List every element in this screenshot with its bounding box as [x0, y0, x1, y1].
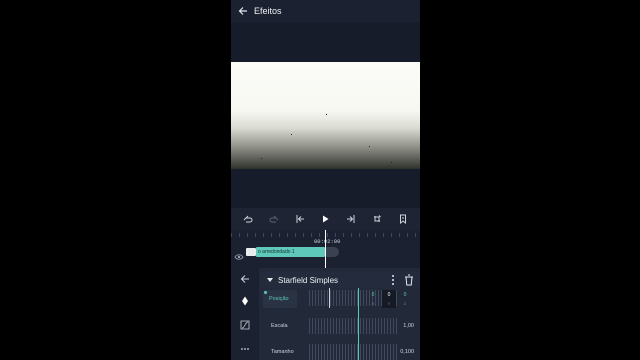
- skip-forward-icon: [347, 215, 355, 223]
- easing-curve-icon: [240, 320, 250, 330]
- panel-sidebar: [231, 268, 259, 360]
- star: [261, 158, 262, 159]
- top-bar: Efeitos: [231, 0, 420, 22]
- undo-icon: [243, 215, 253, 223]
- redo-icon: [269, 215, 279, 223]
- star: [291, 134, 292, 135]
- video-preview[interactable]: [231, 62, 420, 169]
- loop-button[interactable]: [370, 212, 384, 226]
- position-x-value[interactable]: 0X: [366, 290, 380, 308]
- bookmark-icon: [399, 214, 406, 224]
- arrow-left-icon: [238, 7, 247, 15]
- jump-end-button[interactable]: [344, 212, 358, 226]
- timeline-clip[interactable]: o arredondado 1: [256, 247, 325, 257]
- eye-icon: [234, 254, 244, 260]
- panel-back-button[interactable]: [238, 272, 252, 286]
- star: [391, 162, 392, 163]
- bookmark-button[interactable]: [396, 212, 410, 226]
- timeline[interactable]: 00:02:00 o arredondado 1: [231, 230, 420, 268]
- playback-controls: [231, 208, 420, 230]
- effect-name: Starfield Simples: [278, 275, 339, 285]
- play-button[interactable]: [318, 212, 332, 226]
- position-label-badge: Posição: [263, 290, 297, 308]
- back-button[interactable]: [236, 4, 250, 18]
- effect-parameters: Posição 0X 0Y 0Z Escala 1,00 Tamanho 0,1…: [261, 288, 420, 360]
- param-row-scale[interactable]: Escala 1,00: [261, 316, 420, 336]
- effect-header[interactable]: Starfield Simples: [261, 272, 420, 288]
- clip-label: o arredondado 1: [258, 249, 295, 255]
- clip-trim-handle[interactable]: [325, 247, 339, 257]
- more-horizontal-icon: [241, 348, 249, 350]
- param-label: Escala: [271, 323, 288, 329]
- timecode: 00:02:00: [314, 238, 341, 245]
- collapse-triangle-icon[interactable]: [266, 276, 274, 284]
- timeline-playhead-line: [358, 288, 359, 360]
- undo-button[interactable]: [241, 212, 255, 226]
- param-label: Tamanho: [271, 349, 294, 355]
- param-track[interactable]: [309, 344, 397, 360]
- skip-back-icon: [296, 215, 304, 223]
- clip-thumbnail: [246, 248, 256, 256]
- effect-panel: Starfield Simples Posição 0X 0Y 0 Z Esca…: [231, 268, 420, 360]
- playhead[interactable]: [325, 230, 326, 268]
- param-cursor: [329, 288, 330, 308]
- keyframe-indicator: [264, 291, 267, 294]
- play-icon: [323, 215, 329, 223]
- jump-start-button[interactable]: [293, 212, 307, 226]
- page-title: Efeitos: [254, 6, 282, 16]
- trash-icon[interactable]: [404, 274, 414, 286]
- more-options-button[interactable]: [238, 342, 252, 356]
- more-vertical-icon[interactable]: [389, 274, 397, 286]
- param-label: Posição: [269, 296, 289, 302]
- position-z-value[interactable]: 0Z: [398, 290, 412, 308]
- easing-button[interactable]: [238, 318, 252, 332]
- param-value[interactable]: 0,100: [400, 349, 414, 355]
- app-screen: Efeitos 00:02:00 o arredondado 1 Starfie…: [231, 0, 420, 360]
- position-y-value[interactable]: 0Y: [382, 290, 396, 308]
- keyframe-diamond-icon: [242, 296, 248, 306]
- param-track[interactable]: [309, 318, 397, 334]
- redo-button[interactable]: [267, 212, 281, 226]
- visibility-toggle[interactable]: [234, 248, 244, 260]
- arrow-left-icon: [240, 275, 249, 283]
- keyframe-button[interactable]: [238, 294, 252, 308]
- star: [326, 114, 327, 115]
- crop-rotate-icon: [374, 215, 381, 222]
- param-row-size[interactable]: Tamanho 0,100: [261, 342, 420, 360]
- param-value[interactable]: 1,00: [403, 323, 414, 329]
- star: [369, 146, 370, 147]
- param-row-position[interactable]: Posição 0X 0Y 0Z: [261, 288, 420, 308]
